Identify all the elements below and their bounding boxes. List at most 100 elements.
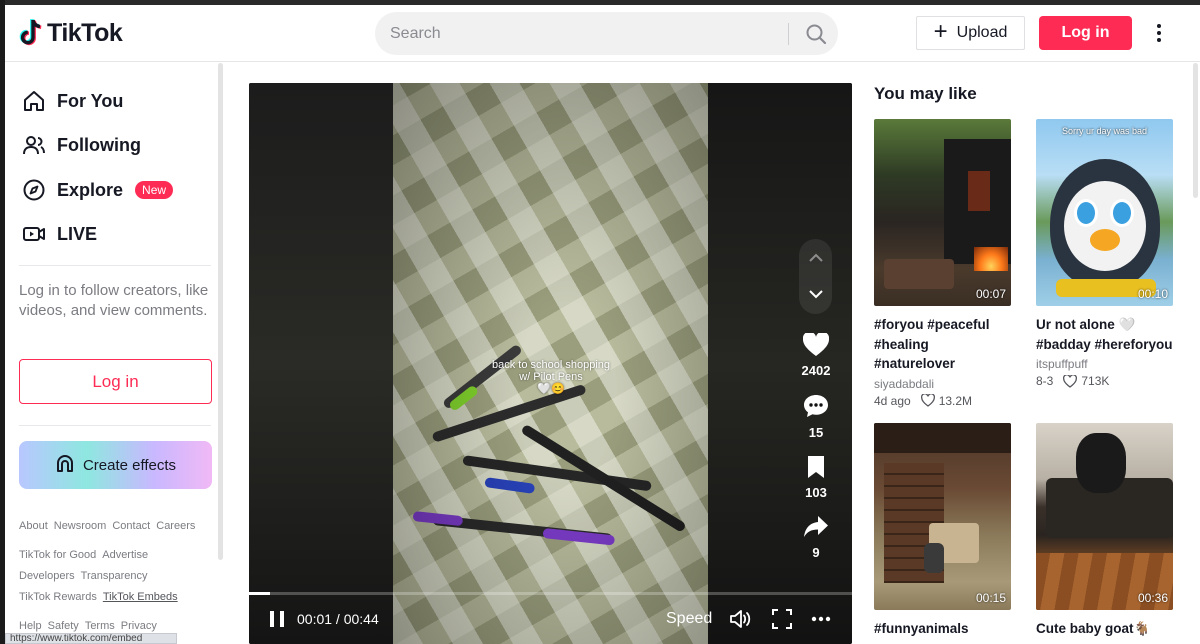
search-button[interactable] xyxy=(793,12,838,55)
video-duration: 00:36 xyxy=(1137,591,1168,605)
search-bar xyxy=(375,12,838,55)
footer-link-safety[interactable]: Safety xyxy=(48,620,79,632)
bookmark-icon xyxy=(808,456,824,478)
share-action[interactable]: 9 xyxy=(794,515,838,560)
video-more-button[interactable] xyxy=(811,603,831,635)
you-may-like-title: You may like xyxy=(874,84,977,103)
video-thumbnail[interactable]: 00:07 xyxy=(874,119,1011,306)
header-login-button[interactable]: Log in xyxy=(1039,16,1132,50)
fullscreen-button[interactable] xyxy=(772,603,792,635)
video-title[interactable]: #funnyanimals xyxy=(874,619,1011,639)
volume-icon xyxy=(730,610,751,628)
video-likes: 13.2M xyxy=(938,393,973,408)
comment-count: 15 xyxy=(808,425,824,440)
sidebar-scrollbar[interactable] xyxy=(218,63,223,560)
footer-link-terms[interactable]: Terms xyxy=(85,620,115,632)
speed-button[interactable]: Speed xyxy=(666,603,712,635)
sidebar-item-label: Following xyxy=(57,134,141,155)
footer-link-newsroom[interactable]: Newsroom xyxy=(54,520,107,532)
video-author[interactable]: itspuffpuff xyxy=(1036,357,1173,371)
following-icon xyxy=(21,132,47,158)
video-controls: 00:01 / 00:44 Speed xyxy=(249,603,852,635)
video-nav-arrows xyxy=(799,239,832,314)
tiktok-note-icon xyxy=(19,18,43,48)
sidebar-item-explore[interactable]: Explore New xyxy=(21,175,174,205)
thumb-penguin-eye xyxy=(1110,199,1134,227)
video-thumbnail[interactable]: 00:15 xyxy=(874,423,1011,610)
footer-link-careers[interactable]: Careers xyxy=(156,520,195,532)
video-duration: 00:15 xyxy=(975,591,1006,605)
footer-link-contact[interactable]: Contact xyxy=(112,520,150,532)
login-hint-text: Log in to follow creators, like videos, … xyxy=(19,282,209,319)
recommended-video-card[interactable]: 00:07 #foryou #peaceful #healing #nature… xyxy=(874,119,1011,408)
video-blur-left xyxy=(249,83,393,644)
thumb-animal xyxy=(924,543,944,573)
comment-action[interactable]: 15 xyxy=(794,393,838,440)
footer-link-advertise[interactable]: Advertise xyxy=(102,549,148,561)
sidebar-login-button[interactable]: Log in xyxy=(19,359,212,404)
footer-link-tiktok-for-good[interactable]: TikTok for Good xyxy=(19,549,96,561)
create-effects-button[interactable]: Create effects xyxy=(19,441,212,489)
home-icon xyxy=(21,88,47,114)
comment-icon xyxy=(804,395,828,417)
heart-outline-icon xyxy=(920,394,935,407)
top-header: TikTok + Upload Log in xyxy=(5,5,1200,62)
footer-link-transparency[interactable]: Transparency xyxy=(81,570,148,582)
video-progress-fill xyxy=(249,592,271,595)
footer-link-privacy[interactable]: Privacy xyxy=(121,620,157,632)
video-player[interactable]: back to school shopping w/ Pilot Pens 🤍😊… xyxy=(249,83,852,644)
thumb-sofa xyxy=(884,259,954,289)
share-count: 9 xyxy=(812,545,820,560)
create-effects-label: Create effects xyxy=(82,456,177,474)
thumb-fire xyxy=(974,247,1008,271)
thumb-penguin-beak xyxy=(1090,229,1120,251)
video-meta: 8-3 713K xyxy=(1036,374,1173,388)
video-duration: 00:07 xyxy=(975,287,1006,301)
like-action[interactable]: 2402 xyxy=(794,333,838,378)
recommended-video-card[interactable]: 00:36 Cute baby goat🐐 xyxy=(1036,423,1173,639)
next-video-button[interactable] xyxy=(799,277,832,310)
effects-icon xyxy=(55,453,75,477)
footer-links-row: TikTok Rewards TikTok Embeds xyxy=(19,591,178,603)
pause-button[interactable] xyxy=(269,603,285,635)
thumb-tv xyxy=(968,171,990,211)
sidebar-item-live[interactable]: LIVE xyxy=(21,219,97,249)
page-scrollbar[interactable] xyxy=(1193,63,1198,198)
search-input[interactable] xyxy=(390,23,780,45)
volume-button[interactable] xyxy=(730,603,752,635)
video-thumbnail[interactable]: 00:36 xyxy=(1036,423,1173,610)
video-title[interactable]: Cute baby goat🐐 xyxy=(1036,619,1173,639)
video-title[interactable]: #foryou #peaceful #healing #naturelover xyxy=(874,315,1011,374)
footer-links-row: TikTok for Good Advertise xyxy=(19,549,148,561)
save-count: 103 xyxy=(805,485,827,500)
footer-link-about[interactable]: About xyxy=(19,520,48,532)
video-age: 8-3 xyxy=(1036,374,1054,388)
tiktok-logo[interactable]: TikTok xyxy=(19,18,123,48)
footer-link-developers[interactable]: Developers xyxy=(19,570,75,582)
video-thumbnail[interactable]: Sorry ur day was bad 00:10 xyxy=(1036,119,1173,306)
fullscreen-icon xyxy=(772,609,792,629)
search-icon xyxy=(806,24,826,44)
video-title[interactable]: Ur not alone 🤍 #badday #hereforyou xyxy=(1036,315,1173,354)
video-progress-bar[interactable] xyxy=(249,592,852,595)
footer-link-tiktok-embeds[interactable]: TikTok Embeds xyxy=(103,591,178,603)
more-menu-button[interactable] xyxy=(1145,19,1173,47)
save-action[interactable]: 103 xyxy=(794,455,838,500)
caption-line: back to school shopping xyxy=(491,359,611,371)
recommended-video-card[interactable]: 00:15 #funnyanimals xyxy=(874,423,1011,639)
previous-video-button[interactable] xyxy=(799,241,832,274)
thumb-penguin-face xyxy=(1064,181,1146,271)
video-author[interactable]: siyadabdali xyxy=(874,377,1011,391)
video-time: 00:01 / 00:44 xyxy=(297,611,379,627)
footer-link-help[interactable]: Help xyxy=(19,620,42,632)
upload-button[interactable]: + Upload xyxy=(916,16,1025,50)
sidebar-item-for-you[interactable]: For You xyxy=(21,86,123,116)
sidebar-item-following[interactable]: Following xyxy=(21,130,141,160)
video-caption: back to school shopping w/ Pilot Pens 🤍😊 xyxy=(481,359,621,395)
video-meta: 4d ago 13.2M xyxy=(874,394,1011,408)
footer-link-tiktok-rewards[interactable]: TikTok Rewards xyxy=(19,591,97,603)
recommended-video-card[interactable]: Sorry ur day was bad 00:10 Ur not alone … xyxy=(1036,119,1173,388)
chevron-down-icon xyxy=(808,289,823,298)
sidebar-item-label: For You xyxy=(57,90,124,111)
vertical-dots-icon xyxy=(1157,24,1161,42)
